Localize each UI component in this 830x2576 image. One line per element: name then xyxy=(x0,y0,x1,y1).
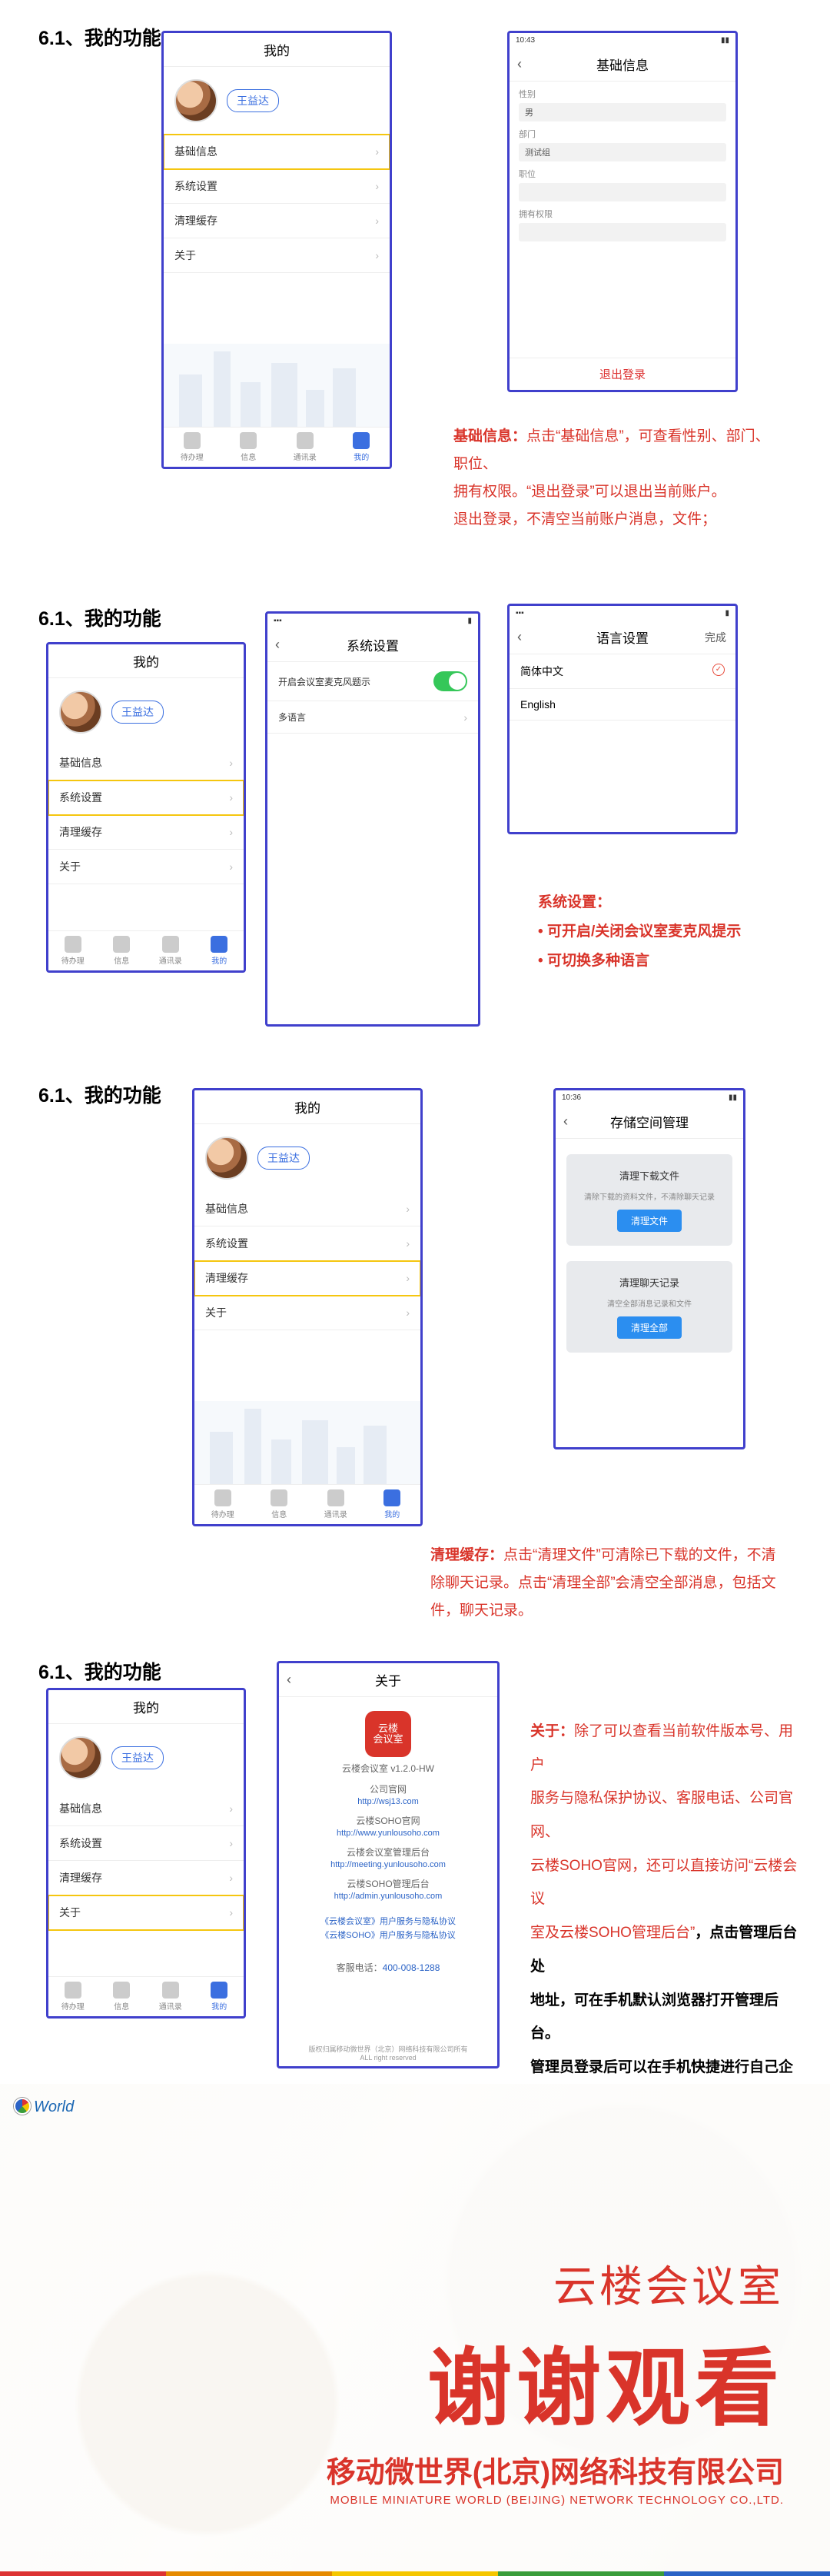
cell-about[interactable]: 关于› xyxy=(164,238,390,273)
link-soho[interactable]: http://www.yunlousoho.com xyxy=(279,1829,497,1838)
chevron-right-icon: › xyxy=(375,145,379,158)
explain-basic: 基础信息：点击“基础信息”，可查看性别、部门、职位、 拥有权限。“退出登录”可以… xyxy=(453,423,784,534)
about-logo-icon: 云楼会议室 xyxy=(365,1711,411,1757)
clear-all-card: 清理聊天记录 清空全部消息记录和文件 清理全部 xyxy=(566,1261,732,1353)
tab-msg[interactable]: 信息 xyxy=(221,428,277,467)
cell-cache[interactable]: 清理缓存› xyxy=(164,204,390,238)
lang-zh[interactable]: 简体中文✓ xyxy=(510,654,735,689)
multilang-row[interactable]: 多语言› xyxy=(267,701,478,734)
cell-cache-hl[interactable]: 清理缓存› xyxy=(194,1261,420,1296)
explain-cache: 清理缓存：点击“清理文件”可清除已下载的文件，不清 除聊天记录。点击“清理全部”… xyxy=(430,1542,792,1625)
skyline-deco xyxy=(164,344,390,436)
tab-todo[interactable]: 待办理 xyxy=(164,428,221,467)
pos-field xyxy=(519,183,726,201)
link-soho-admin[interactable]: http://admin.yunlousoho.com xyxy=(279,1892,497,1901)
sex-field: 男 xyxy=(519,103,726,121)
link-meeting-admin[interactable]: http://meeting.yunlousoho.com xyxy=(279,1860,497,1869)
phone-lang: ▪▪▪▮ ‹语言设置完成 简体中文✓ English xyxy=(507,604,738,834)
clear-files-card: 清理下载文件 清除下载的资料文件，不清除聊天记录 清理文件 xyxy=(566,1154,732,1246)
cell-sys-hl[interactable]: 系统设置› xyxy=(48,780,244,815)
back-icon[interactable]: ‹ xyxy=(517,56,522,72)
tabbar: 待办理 信息 通讯录 我的 xyxy=(164,427,390,467)
slide-sys-settings: 6.1、我的功能 我的 王益达 基础信息› 系统设置› 清理缓存› 关于› 待办… xyxy=(0,581,830,1057)
dept-field: 测试组 xyxy=(519,143,726,161)
user-name: 王益达 xyxy=(227,89,279,112)
policy-soho[interactable]: 《云楼SOHO》用户服务与隐私协议 xyxy=(279,1929,497,1941)
tab-contacts[interactable]: 通讯录 xyxy=(277,428,334,467)
tab-mine[interactable]: 我的 xyxy=(334,428,390,467)
check-icon: ✓ xyxy=(712,664,725,676)
slide-about: 6.1、我的功能 我的 王益达 基础信息› 系统设置› 清理缓存› 关于› 待办… xyxy=(0,1634,830,2084)
slide-cache: 6.1、我的功能 我的 王益达 基础信息› 系统设置› 清理缓存› 关于› 待办… xyxy=(0,1057,830,1634)
globe-icon xyxy=(14,2098,31,2115)
phone-mine-1: 我的 王益达 基础信息› 系统设置› 清理缓存› 关于› 待办理 信息 通讯录 … xyxy=(161,31,392,469)
policy-meeting[interactable]: 《云楼会议室》用户服务与隐私协议 xyxy=(279,1915,497,1927)
world-logo: World xyxy=(14,2098,74,2116)
clear-all-button[interactable]: 清理全部 xyxy=(617,1316,682,1339)
company-cn: 移动微世界(北京)网络科技有限公司 xyxy=(327,2448,784,2491)
phone-about: ‹关于 云楼会议室 云楼会议室 v1.2.0-HW 公司官网http://wsj… xyxy=(277,1661,500,2068)
mic-toggle-row[interactable]: 开启会议室麦克风题示 xyxy=(267,662,478,701)
lang-en[interactable]: English xyxy=(510,689,735,721)
clear-files-button[interactable]: 清理文件 xyxy=(617,1210,682,1232)
company-en: MOBILE MINIATURE WORLD (BEIJING) NETWORK… xyxy=(327,2494,784,2507)
phone-mine-2: 我的 王益达 基础信息› 系统设置› 清理缓存› 关于› 待办理 信息 通讯录 … xyxy=(46,642,246,973)
thanks-text: 谢谢观看 xyxy=(327,2319,784,2442)
title-mine: 我的 xyxy=(164,33,390,67)
explain-sys: 系统设置： 可开启/关闭会议室麦克风提示 可切换多种语言 xyxy=(538,888,741,976)
phone-basic-info: 10:43▮▮ ‹基础信息 性别 男 部门 测试组 职位 拥有权限 退出登录 xyxy=(507,31,738,392)
cell-sys[interactable]: 系统设置› xyxy=(164,169,390,204)
back-icon[interactable]: ‹ xyxy=(275,637,280,653)
phone-storage: 10:36▮▮ ‹存储空间管理 清理下载文件 清除下载的资料文件，不清除聊天记录… xyxy=(553,1088,745,1449)
logout-button[interactable]: 退出登录 xyxy=(510,358,735,390)
phone-mine-4: 我的 王益达 基础信息› 系统设置› 清理缓存› 关于› 待办理 信息 通讯录 … xyxy=(46,1688,246,2019)
toggle-on-icon[interactable] xyxy=(433,671,467,691)
product-name: 云楼会议室 xyxy=(327,2252,784,2315)
slide-basic-info: 6.1、我的功能 我的 王益达 基础信息› 系统设置› 清理缓存› 关于› 待办… xyxy=(0,0,830,581)
closing-slide: World 云楼会议室 谢谢观看 移动微世界(北京)网络科技有限公司 MOBIL… xyxy=(0,2084,830,2576)
cell-basic-info[interactable]: 基础信息› xyxy=(164,135,390,169)
cell-about-hl[interactable]: 关于› xyxy=(48,1895,244,1930)
perm-field xyxy=(519,223,726,241)
profile-row: 王益达 xyxy=(164,67,390,135)
avatar xyxy=(174,79,217,122)
phone-mine-3: 我的 王益达 基础信息› 系统设置› 清理缓存› 关于› 待办理 信息 通讯录 … xyxy=(192,1088,423,1526)
link-company[interactable]: http://wsj13.com xyxy=(279,1797,497,1806)
phone-sys-settings: ▪▪▪▮ ‹系统设置 开启会议室麦克风题示 多语言› xyxy=(265,611,480,1027)
done-button[interactable]: 完成 xyxy=(705,630,726,645)
